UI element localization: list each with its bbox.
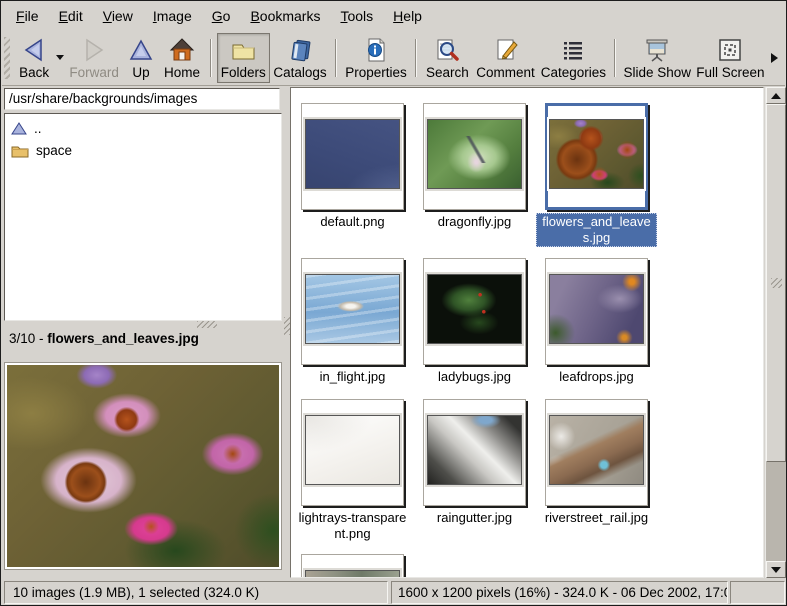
thumbnail-default[interactable]: default.png [292, 103, 413, 230]
comment-icon [493, 37, 519, 64]
thumbnail-label: dragonfly.jpg [414, 214, 535, 230]
arrow-up-icon [771, 93, 781, 99]
location-input[interactable]: /usr/share/backgrounds/images [4, 88, 280, 110]
gthumb-window: File Edit View Image Go Bookmarks Tools … [0, 0, 787, 606]
chevron-right-icon [771, 53, 778, 63]
folder-list: .. space [4, 113, 282, 321]
thumbnail-label: in_flight.jpg [292, 369, 413, 385]
folder-item-space[interactable]: space [5, 139, 281, 161]
thumbnail-image [305, 274, 400, 344]
back-button[interactable]: Back [14, 33, 54, 83]
horizontal-splitter[interactable] [197, 321, 217, 328]
image-info-line: 3/10 - flowers_and_leaves.jpg [9, 331, 279, 351]
catalogs-icon [287, 37, 313, 64]
thumbnail-image [305, 415, 400, 485]
thumbnail-raingutter[interactable]: raingutter.jpg [414, 399, 535, 526]
thumbnail-label: raingutter.jpg [414, 510, 535, 526]
menu-tools[interactable]: Tools [330, 3, 383, 29]
toolbar-separator [614, 39, 616, 77]
menu-go[interactable]: Go [202, 3, 241, 29]
slide-show-icon [643, 37, 671, 64]
toolbar-separator [210, 39, 212, 77]
thumbnail-label: ladybugs.jpg [414, 369, 535, 385]
menu-help[interactable]: Help [383, 3, 432, 29]
thumbnail-in-flight[interactable]: in_flight.jpg [292, 258, 413, 385]
thumbnail-browser: default.png dragonfly.jpg flowers_and_le… [290, 87, 764, 578]
menu-edit[interactable]: Edit [49, 3, 93, 29]
scrollbar-thumb[interactable] [766, 104, 786, 462]
thumbnail-image [427, 119, 522, 189]
thumbnail-dragonfly[interactable]: dragonfly.jpg [414, 103, 535, 230]
image-position: 3/10 [9, 331, 35, 346]
scroll-up-button[interactable] [766, 87, 786, 104]
thumbnail-riverstreet-rail[interactable]: riverstreet_rail.jpg [536, 399, 657, 526]
comment-button[interactable]: Comment [473, 33, 538, 83]
menu-bookmarks[interactable]: Bookmarks [240, 3, 330, 29]
thumbnail-label: lightrays-transparent.png [292, 510, 413, 542]
scrollbar-grip [771, 278, 782, 288]
selected-filename: flowers_and_leaves.jpg [47, 331, 199, 346]
chevron-down-icon [56, 55, 64, 60]
preview-pane [4, 362, 282, 570]
scroll-down-button[interactable] [766, 561, 786, 578]
forward-button[interactable]: Forward [66, 33, 123, 83]
statusbar-resize-area[interactable] [730, 581, 785, 604]
categories-button[interactable]: Categories [538, 33, 609, 83]
thumbnail-label: default.png [292, 214, 413, 230]
slide-show-button[interactable]: Slide Show [621, 33, 694, 83]
back-icon [21, 37, 47, 64]
categories-icon [560, 37, 586, 64]
folder-icon [11, 143, 29, 158]
thumbnail-image [549, 119, 644, 189]
menu-bar: File Edit View Image Go Bookmarks Tools … [2, 1, 785, 30]
back-history-dropdown[interactable] [54, 33, 65, 83]
toolbar-grip[interactable] [4, 37, 10, 79]
toolbar-separator [335, 39, 337, 77]
thumbnail-label: riverstreet_rail.jpg [536, 510, 657, 526]
up-icon [128, 37, 154, 64]
thumbnail-image [305, 119, 400, 189]
menu-file[interactable]: File [6, 3, 49, 29]
statusbar-image-details: 1600 x 1200 pixels (16%) - 324.0 K - 06 … [391, 581, 728, 604]
thumbnail-lightrays-transparent[interactable]: lightrays-transparent.png [292, 399, 413, 542]
folders-button[interactable]: Folders [217, 33, 270, 83]
thumbnail-image [427, 415, 522, 485]
properties-icon [363, 37, 389, 64]
statusbar-file-summary: 10 images (1.9 MB), 1 selected (324.0 K) [4, 581, 388, 604]
preview-image [7, 365, 279, 567]
menu-image[interactable]: Image [143, 3, 202, 29]
thumbnail-partial[interactable] [292, 554, 413, 578]
search-button[interactable]: Search [422, 33, 473, 83]
toolbar: Back Forward Up Home Folders [2, 30, 785, 86]
thumbnail-label-selected: flowers_and_leaves.jpg [536, 213, 657, 247]
toolbar-overflow-button[interactable] [767, 36, 781, 80]
folder-item-parent[interactable]: .. [5, 117, 281, 139]
thumbnail-flowers-and-leaves-selected[interactable]: flowers_and_leaves.jpg [536, 103, 657, 247]
folders-icon [229, 37, 257, 64]
thumbnail-image [305, 570, 400, 578]
arrow-down-icon [771, 567, 781, 573]
catalogs-button[interactable]: Catalogs [270, 33, 330, 83]
up-button[interactable]: Up [123, 33, 160, 83]
home-button[interactable]: Home [159, 33, 204, 83]
thumbnail-leafdrops[interactable]: leafdrops.jpg [536, 258, 657, 385]
home-icon [169, 37, 195, 64]
thumbnail-image [549, 415, 644, 485]
thumbnail-ladybugs[interactable]: ladybugs.jpg [414, 258, 535, 385]
thumbnail-image [549, 274, 644, 344]
up-icon [11, 121, 27, 135]
properties-button[interactable]: Properties [342, 33, 410, 83]
menu-view[interactable]: View [93, 3, 143, 29]
full-screen-button[interactable]: Full Screen [694, 33, 767, 83]
full-screen-icon [717, 37, 743, 64]
browser-scrollbar[interactable] [765, 87, 786, 578]
toolbar-separator [415, 39, 417, 77]
forward-icon [81, 37, 107, 64]
thumbnail-image [427, 274, 522, 344]
search-icon [434, 37, 460, 64]
thumbnail-label: leafdrops.jpg [536, 369, 657, 385]
